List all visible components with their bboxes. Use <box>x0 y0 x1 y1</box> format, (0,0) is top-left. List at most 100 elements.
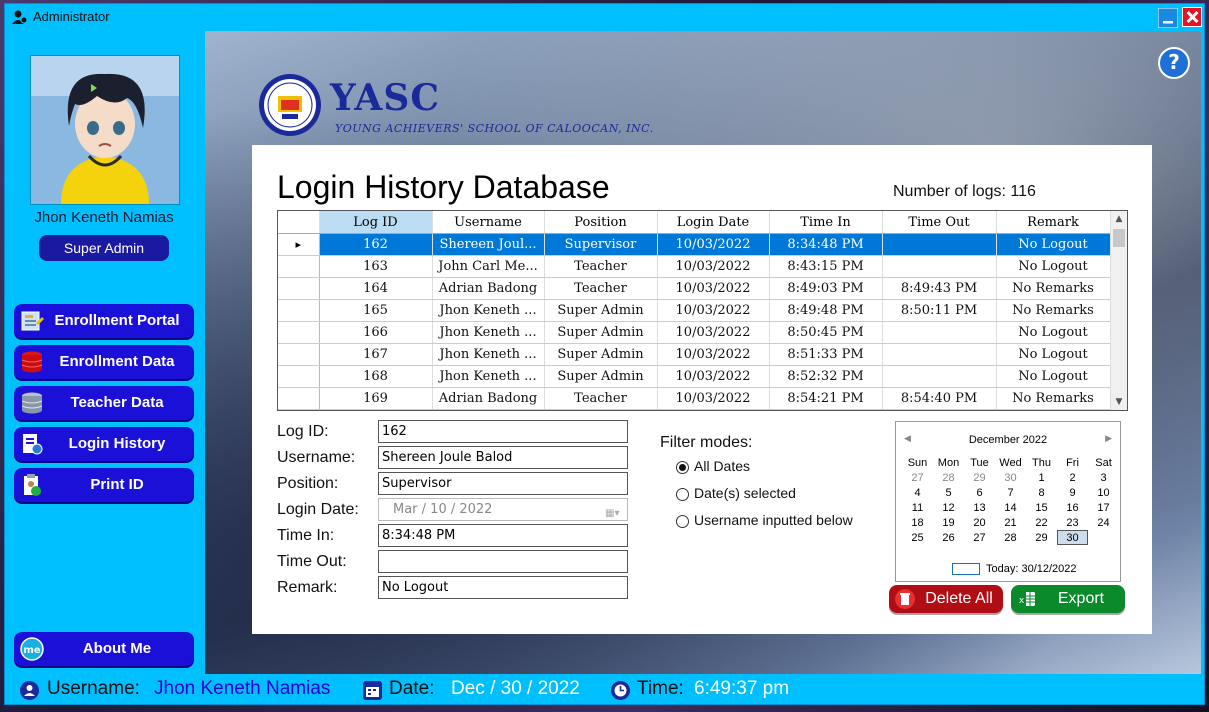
cell-username[interactable]: Shereen Joul... <box>432 233 545 256</box>
calendar-day[interactable]: 23 <box>1057 515 1088 530</box>
scroll-down-icon[interactable]: ▼ <box>1111 394 1127 410</box>
cell-time-in[interactable]: 8:49:48 PM <box>769 299 883 322</box>
calendar-day[interactable]: 13 <box>964 500 995 515</box>
cell-log-id[interactable]: 166 <box>319 321 433 344</box>
nav-enrollment-portal-button[interactable]: Enrollment Portal <box>14 304 194 338</box>
cell-time-in[interactable]: 8:54:21 PM <box>769 387 883 410</box>
row-header[interactable] <box>278 321 320 344</box>
nav-enrollment-data-button[interactable]: Enrollment Data <box>14 345 194 379</box>
calendar-day[interactable]: 19 <box>933 515 964 530</box>
cell-time-in[interactable]: 8:43:15 PM <box>769 255 883 278</box>
calendar-day[interactable]: 18 <box>902 515 933 530</box>
table-row[interactable]: 163 John Carl Me... Teacher 10/03/2022 8:43:… <box>278 255 1111 278</box>
calendar-day[interactable]: 8 <box>1026 485 1057 500</box>
cell-login-date[interactable]: 10/03/2022 <box>657 299 770 322</box>
cell-time-out[interactable] <box>882 321 997 344</box>
cell-remark[interactable]: No Logout <box>996 255 1111 278</box>
month-calendar[interactable]: ◀ December 2022 ▶ Sun Mon Tue Wed Thu Fri Sat … <box>895 421 1121 582</box>
cell-time-out[interactable] <box>882 255 997 278</box>
cell-username[interactable]: Adrian Badong <box>432 387 545 410</box>
export-button[interactable]: x Export <box>1011 585 1125 613</box>
cell-time-in[interactable]: 8:51:33 PM <box>769 343 883 366</box>
calendar-day[interactable]: 12 <box>933 500 964 515</box>
time-out-field[interactable] <box>378 550 628 573</box>
calendar-day[interactable]: 14 <box>995 500 1026 515</box>
column-header-username[interactable]: Username <box>432 211 545 234</box>
calendar-month-title[interactable]: December 2022 <box>896 434 1120 446</box>
calendar-day[interactable]: 11 <box>902 500 933 515</box>
calendar-day[interactable]: 24 <box>1088 515 1119 530</box>
row-header[interactable] <box>278 299 320 322</box>
cell-position[interactable]: Teacher <box>544 255 658 278</box>
cell-username[interactable]: John Carl Me... <box>432 255 545 278</box>
cell-login-date[interactable]: 10/03/2022 <box>657 277 770 300</box>
calendar-day[interactable]: 27 <box>902 470 933 485</box>
nav-print-id-button[interactable]: Print ID <box>14 468 194 502</box>
table-row[interactable]: 168 Jhon Keneth ... Super Admin 10/03/2022 8… <box>278 365 1111 388</box>
calendar-day[interactable]: 28 <box>933 470 964 485</box>
cell-remark[interactable]: No Logout <box>996 321 1111 344</box>
cell-remark[interactable]: No Remarks <box>996 387 1111 410</box>
cell-remark[interactable]: No Remarks <box>996 299 1111 322</box>
cell-position[interactable]: Super Admin <box>544 343 658 366</box>
cell-username[interactable]: Jhon Keneth ... <box>432 343 545 366</box>
cell-username[interactable]: Jhon Keneth ... <box>432 321 545 344</box>
calendar-day[interactable]: 28 <box>995 530 1026 545</box>
cell-position[interactable]: Super Admin <box>544 365 658 388</box>
calendar-day[interactable]: 2 <box>1057 470 1088 485</box>
radio-circle[interactable] <box>676 515 689 528</box>
calendar-day[interactable]: 27 <box>964 530 995 545</box>
cell-time-out[interactable]: 8:50:11 PM <box>882 299 997 322</box>
cell-login-date[interactable]: 10/03/2022 <box>657 255 770 278</box>
cell-username[interactable]: Jhon Keneth ... <box>432 365 545 388</box>
calendar-day[interactable]: 22 <box>1026 515 1057 530</box>
calendar-day[interactable]: 29 <box>964 470 995 485</box>
cell-remark[interactable]: No Remarks <box>996 277 1111 300</box>
remark-field[interactable]: No Logout <box>378 576 628 599</box>
table-row[interactable]: 164 Adrian Badong Teacher 10/03/2022 8:49:03… <box>278 277 1111 300</box>
table-row[interactable]: 167 Jhon Keneth ... Super Admin 10/03/2022 8… <box>278 343 1111 366</box>
cell-time-out[interactable]: 8:54:40 PM <box>882 387 997 410</box>
table-row[interactable]: 166 Jhon Keneth ... Super Admin 10/03/2022 8… <box>278 321 1111 344</box>
cell-time-out[interactable] <box>882 365 997 388</box>
cell-time-in[interactable]: 8:50:45 PM <box>769 321 883 344</box>
cell-login-date[interactable]: 10/03/2022 <box>657 321 770 344</box>
calendar-today-link[interactable]: Today: 30/12/2022 <box>986 563 1077 575</box>
scroll-thumb[interactable] <box>1113 229 1125 247</box>
login-history-grid[interactable]: Log ID Username Position Login Date Time… <box>277 210 1128 411</box>
calendar-day[interactable]: 1 <box>1026 470 1057 485</box>
cell-log-id[interactable]: 167 <box>319 343 433 366</box>
calendar-day[interactable]: 30 <box>995 470 1026 485</box>
cell-time-out[interactable] <box>882 233 997 256</box>
radio-circle[interactable] <box>676 461 689 474</box>
row-header[interactable]: ▸ <box>278 233 320 256</box>
calendar-day[interactable]: 10 <box>1088 485 1119 500</box>
nav-login-history-button[interactable]: Login History <box>14 427 194 461</box>
cell-username[interactable]: Adrian Badong <box>432 277 545 300</box>
cell-time-in[interactable]: 8:34:48 PM <box>769 233 883 256</box>
minimize-button[interactable] <box>1158 8 1178 28</box>
calendar-day[interactable]: 6 <box>964 485 995 500</box>
row-header[interactable] <box>278 277 320 300</box>
column-header-login-date[interactable]: Login Date <box>657 211 770 234</box>
row-header[interactable] <box>278 343 320 366</box>
cell-log-id[interactable]: 162 <box>319 233 433 256</box>
table-row[interactable]: 165 Jhon Keneth ... Super Admin 10/03/2022 8… <box>278 299 1111 322</box>
close-button[interactable] <box>1182 7 1202 27</box>
row-header[interactable] <box>278 387 320 410</box>
calendar-dropdown-icon[interactable]: ▦▾ <box>605 503 623 519</box>
cell-remark[interactable]: No Logout <box>996 365 1111 388</box>
calendar-day[interactable]: 7 <box>995 485 1026 500</box>
calendar-day[interactable]: 9 <box>1057 485 1088 500</box>
calendar-day[interactable]: 4 <box>902 485 933 500</box>
help-button[interactable]: ? <box>1158 47 1190 79</box>
row-header[interactable] <box>278 365 320 388</box>
username-field[interactable]: Shereen Joule Balod <box>378 446 628 469</box>
cell-log-id[interactable]: 165 <box>319 299 433 322</box>
table-row[interactable]: ▸ 162 Shereen Joul... Supervisor 10/03/2022 8… <box>278 233 1111 256</box>
column-header-time-out[interactable]: Time Out <box>882 211 997 234</box>
calendar-day[interactable]: 3 <box>1088 470 1119 485</box>
about-me-button[interactable]: me About Me <box>14 632 194 666</box>
log-id-field[interactable]: 162 <box>378 420 628 443</box>
calendar-day[interactable]: 21 <box>995 515 1026 530</box>
